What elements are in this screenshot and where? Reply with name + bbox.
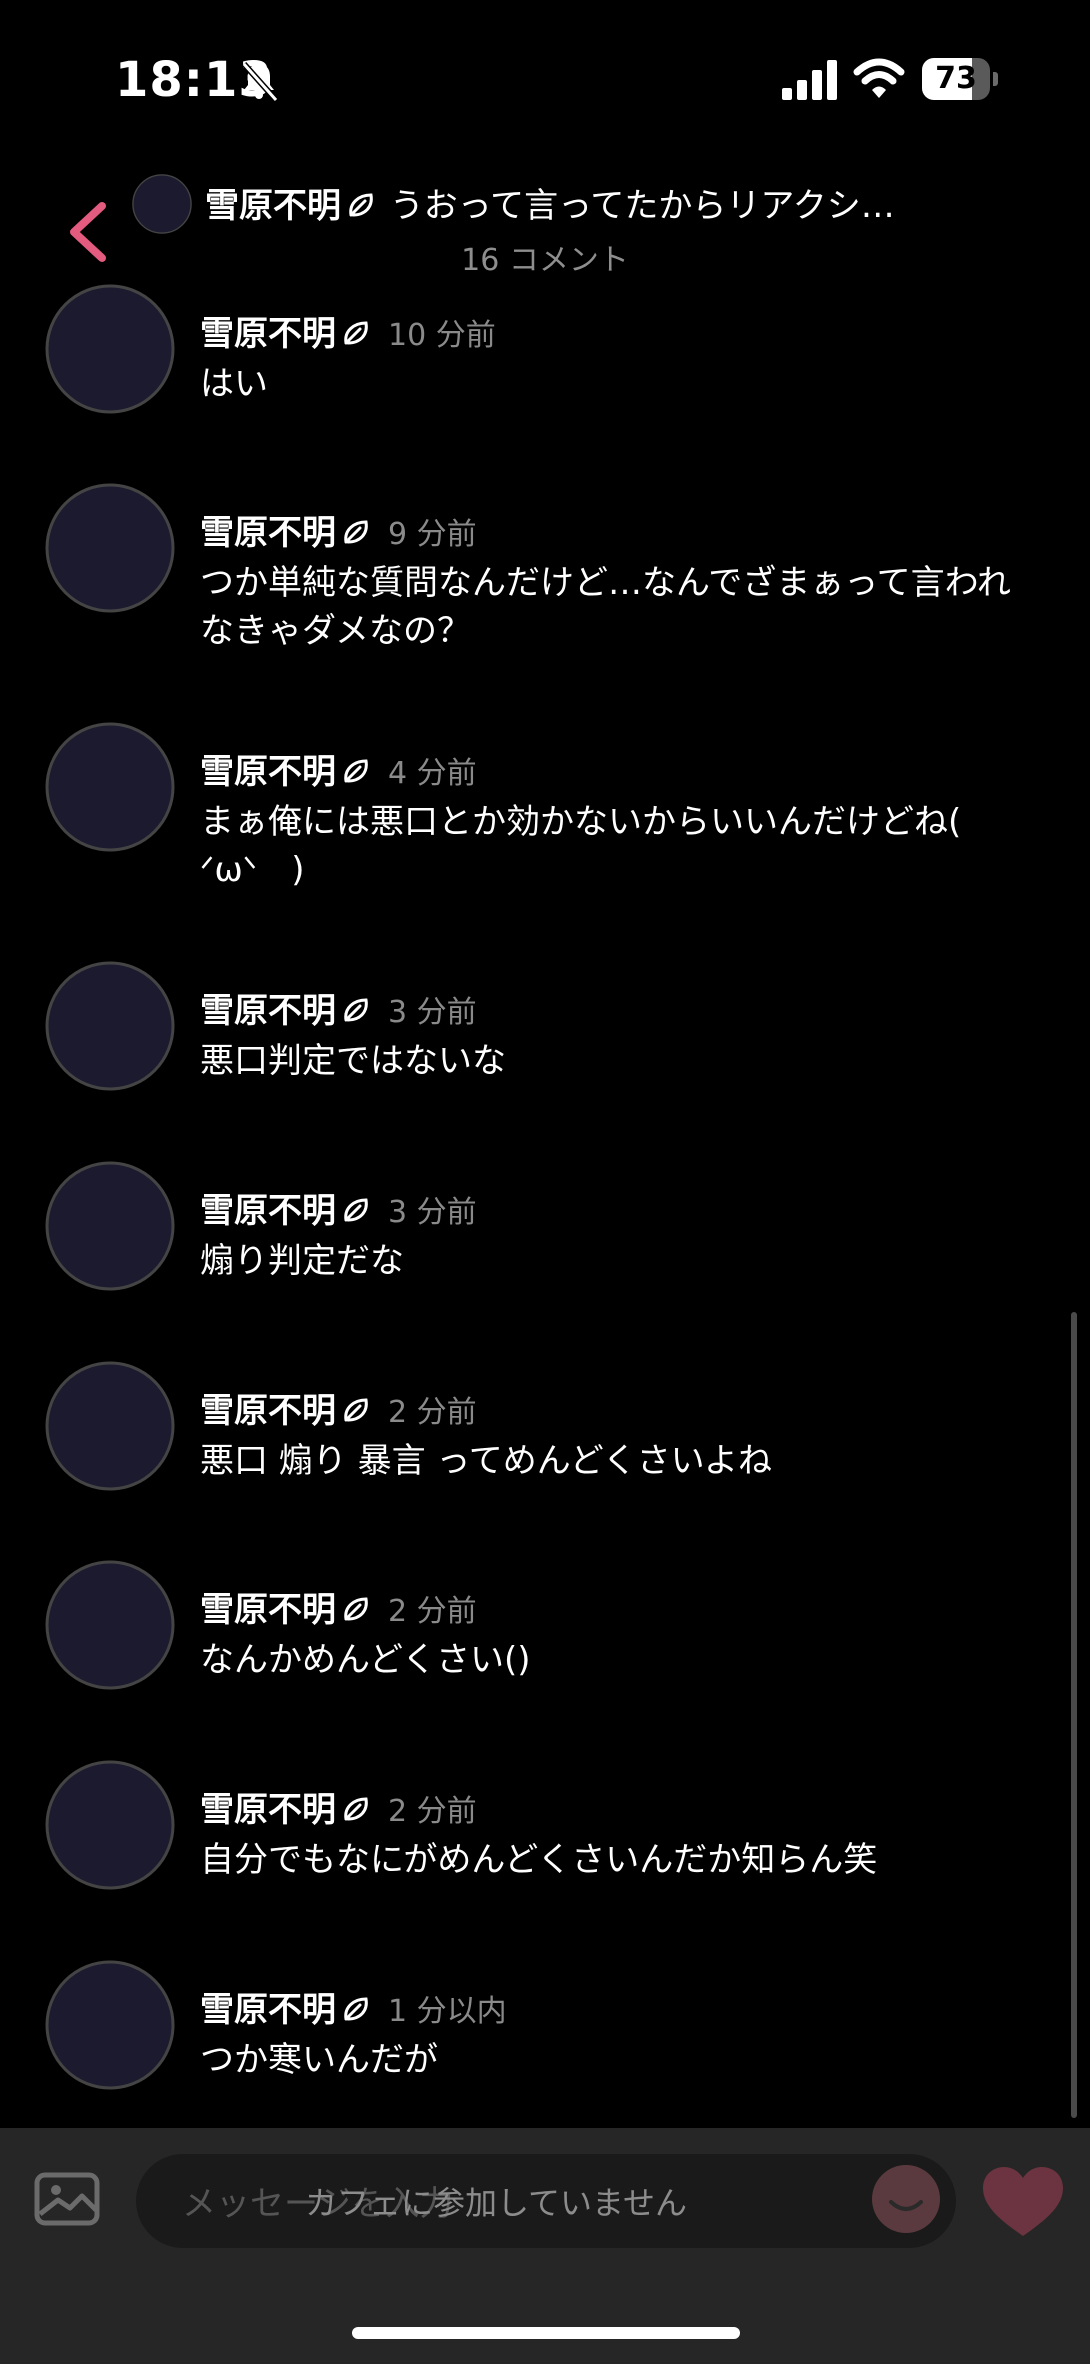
avatar[interactable] — [45, 961, 175, 1091]
avatar[interactable] — [45, 722, 175, 852]
comment-time: 3 分前 — [388, 995, 477, 1030]
comment-author[interactable]: 雪原不明 — [200, 1191, 336, 1231]
comment-author[interactable]: 雪原不明 — [200, 314, 336, 354]
leaf-badge-icon — [349, 193, 373, 217]
comment-count: 16 コメント — [461, 243, 629, 278]
smiley-icon[interactable] — [871, 2164, 941, 2234]
battery-level: 73 — [935, 61, 977, 96]
join-cafe-notice: カフェに参加していません — [304, 2184, 688, 2222]
avatar[interactable] — [45, 1760, 175, 1890]
status-bar: 18:13 73 — [0, 0, 1090, 150]
leaf-badge-icon — [344, 1398, 368, 1422]
comment-time: 10 分前 — [388, 318, 496, 353]
comment-time: 2 分前 — [388, 1395, 477, 1430]
leaf-badge-icon — [344, 321, 368, 345]
leaf-badge-icon — [344, 998, 368, 1022]
post-author: 雪原不明 — [205, 186, 341, 226]
avatar[interactable] — [45, 284, 175, 414]
post-title-text: うおって言ってたからリアクシ… — [389, 186, 895, 226]
comment-text: なんかめんどくさい() — [200, 1640, 531, 1680]
comment-author[interactable]: 雪原不明 — [200, 513, 336, 553]
comment-author[interactable]: 雪原不明 — [200, 1590, 336, 1630]
signal-icon — [782, 60, 837, 100]
wifi-icon — [853, 58, 905, 98]
comment-time: 9 分前 — [388, 517, 477, 552]
scrollbar[interactable] — [1071, 1312, 1077, 2118]
header-avatar[interactable] — [132, 174, 192, 234]
bell-muted-icon — [241, 62, 279, 102]
message-input[interactable]: メッセージを入力 カフェに参加していません — [136, 2154, 956, 2248]
comment-text: つか寒いんだが — [200, 2040, 438, 2080]
heart-icon[interactable] — [980, 2164, 1066, 2240]
comment-text: 悪口判定ではないな — [200, 1041, 506, 1081]
comment-author[interactable]: 雪原不明 — [200, 1391, 336, 1431]
comment-time: 2 分前 — [388, 1794, 477, 1829]
comment-author[interactable]: 雪原不明 — [200, 1990, 336, 2030]
post-title: 雪原不明 うおって言ってたからリアクシ… — [205, 178, 1005, 227]
comment-text: まぁ俺には悪口とか効かないからいいんだけどね( ᐟωᐠ ) — [200, 802, 996, 890]
comment-author[interactable]: 雪原不明 — [200, 991, 336, 1031]
comment-text: つか単純な質問なんだけど…なんでざまぁって言われなきゃダメなの？ — [200, 563, 1011, 651]
comment-author[interactable]: 雪原不明 — [200, 752, 336, 792]
avatar[interactable] — [45, 1361, 175, 1491]
comment-time: 3 分前 — [388, 1195, 477, 1230]
leaf-badge-icon — [344, 1797, 368, 1821]
comment-time: 4 分前 — [388, 756, 477, 791]
leaf-badge-icon — [344, 520, 368, 544]
avatar[interactable] — [45, 1560, 175, 1690]
comment-text: 悪口 煽り 暴言 ってめんどくさいよね — [200, 1441, 773, 1481]
home-indicator[interactable] — [352, 2327, 740, 2339]
avatar[interactable] — [45, 483, 175, 613]
post-header: 雪原不明 うおって言ってたからリアクシ… 16 コメント — [0, 160, 1090, 280]
leaf-badge-icon — [344, 1597, 368, 1621]
avatar[interactable] — [45, 1161, 175, 1291]
image-icon[interactable] — [34, 2170, 100, 2228]
comment-text: 煽り判定だな — [200, 1241, 404, 1281]
leaf-badge-icon — [344, 1198, 368, 1222]
leaf-badge-icon — [344, 1997, 368, 2021]
comment-time: 2 分前 — [388, 1594, 477, 1629]
comment-text: はい — [200, 364, 268, 404]
avatar[interactable] — [45, 1960, 175, 2090]
battery-indicator: 73 — [922, 58, 998, 100]
comment-time: 1 分以内 — [388, 1994, 507, 2029]
comment-text: 自分でもなにがめんどくさいんだか知らん笑 — [200, 1840, 878, 1880]
comment-author[interactable]: 雪原不明 — [200, 1790, 336, 1830]
leaf-badge-icon — [344, 759, 368, 783]
